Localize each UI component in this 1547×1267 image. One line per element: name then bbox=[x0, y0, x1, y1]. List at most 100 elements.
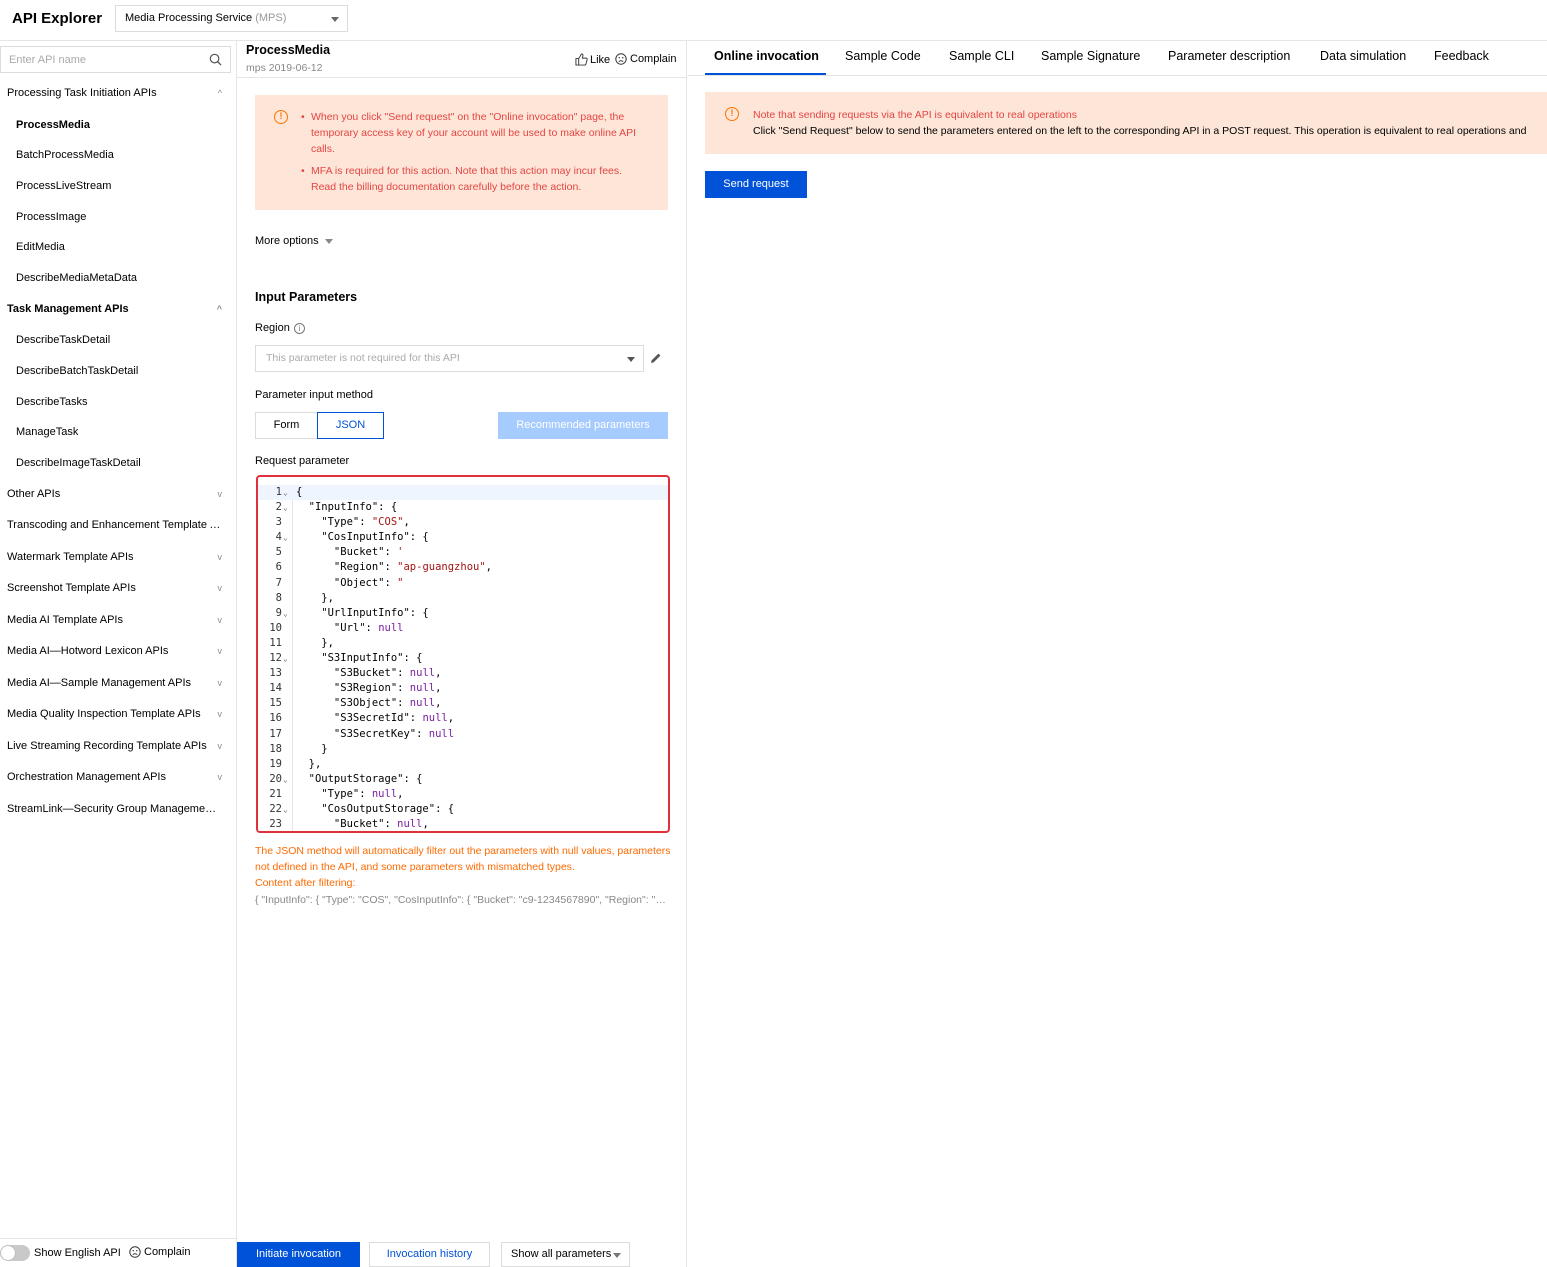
tab-parameter-description[interactable]: Parameter description bbox=[1168, 49, 1290, 63]
warning-item: When you click "Send request" on the "On… bbox=[301, 109, 648, 157]
nav-group-other[interactable]: Other APIs v bbox=[0, 479, 236, 511]
invocation-history-button[interactable]: Invocation history bbox=[369, 1242, 490, 1267]
code-line: 18 } bbox=[258, 742, 668, 757]
code-line: 9 ⌄ "UrlInputInfo": { bbox=[258, 606, 668, 621]
send-request-button[interactable]: Send request bbox=[705, 171, 807, 198]
method-json-button[interactable]: JSON bbox=[317, 412, 384, 439]
pencil-icon[interactable] bbox=[650, 352, 662, 364]
sidebar-footer: Show English API Complain bbox=[0, 1238, 236, 1267]
code-text: "OutputStorage": { bbox=[296, 772, 423, 785]
caret-down-icon bbox=[331, 17, 339, 22]
json-editor-highlight: 1 ⌄{2 ⌄ "InputInfo": {3 "Type": "COS", 4 ⌄ "… bbox=[256, 475, 670, 833]
recommended-parameters-button[interactable]: Recommended parameters bbox=[498, 412, 668, 439]
nav-item-describetasks[interactable]: DescribeTasks bbox=[0, 387, 236, 418]
initiate-invocation-button[interactable]: Initiate invocation bbox=[237, 1242, 360, 1267]
code-line: 23 "Bucket": null, bbox=[258, 817, 668, 831]
caret-down-icon bbox=[324, 238, 333, 244]
nav-group-live-recording[interactable]: Live Streaming Recording Template APIs v bbox=[0, 731, 236, 763]
region-select[interactable]: This parameter is not required for this … bbox=[255, 345, 644, 372]
json-editor[interactable]: 1 ⌄{2 ⌄ "InputInfo": {3 "Type": "COS", 4 ⌄ "… bbox=[258, 485, 668, 831]
nav-group-task-management[interactable]: Task Management APIs ^ bbox=[0, 294, 236, 326]
tab-feedback[interactable]: Feedback bbox=[1434, 49, 1489, 63]
fold-chevron-icon[interactable]: ⌄ bbox=[283, 772, 288, 787]
code-line: 6 "Region": "ap-guangzhou", bbox=[258, 560, 668, 575]
more-options-toggle[interactable]: More options bbox=[255, 235, 333, 247]
service-select[interactable]: Media Processing Service (MPS) bbox=[115, 5, 348, 32]
code-line: 14 "S3Region": null, bbox=[258, 681, 668, 696]
fold-chevron-icon[interactable]: ⌄ bbox=[283, 606, 288, 621]
fold-chevron-icon[interactable]: ⌄ bbox=[283, 651, 288, 666]
line-number: 7 bbox=[275, 576, 282, 589]
code-text: "S3SecretId": null, bbox=[296, 712, 455, 725]
sad-face-icon bbox=[129, 1246, 141, 1258]
nav-item-managetask[interactable]: ManageTask bbox=[0, 417, 236, 448]
nav-item-describemediametadata[interactable]: DescribeMediaMetaData bbox=[0, 263, 236, 294]
line-number: 2 bbox=[275, 501, 282, 514]
tab-sample-signature[interactable]: Sample Signature bbox=[1041, 49, 1140, 63]
tab-bar: Online invocation Sample Code Sample CLI… bbox=[688, 41, 1547, 76]
search-icon[interactable] bbox=[209, 53, 222, 66]
english-api-toggle[interactable] bbox=[0, 1245, 30, 1261]
input-method-label: Parameter input method bbox=[255, 389, 374, 401]
nav-item-batchprocessmedia[interactable]: BatchProcessMedia bbox=[0, 140, 236, 171]
nav-group-transcoding[interactable]: Transcoding and Enhancement Template API… bbox=[0, 510, 236, 542]
code-line: 20 ⌄ "OutputStorage": { bbox=[258, 772, 668, 787]
warning-icon: ! bbox=[725, 107, 739, 121]
info-icon[interactable]: i bbox=[293, 322, 305, 334]
nav-item-processimage[interactable]: ProcessImage bbox=[0, 202, 236, 233]
method-form-button[interactable]: Form bbox=[255, 412, 318, 439]
nav-group-watermark[interactable]: Watermark Template APIs v bbox=[0, 542, 236, 574]
chevron-down-icon: v bbox=[217, 488, 223, 499]
nav-group-media-ai-template[interactable]: Media AI Template APIs v bbox=[0, 605, 236, 637]
line-number: 1 bbox=[275, 486, 282, 498]
code-text: "S3Region": null, bbox=[296, 682, 442, 695]
fold-chevron-icon[interactable]: ⌄ bbox=[283, 500, 288, 515]
sad-face-icon bbox=[615, 53, 627, 65]
code-line: 2 ⌄ "InputInfo": { bbox=[258, 500, 668, 515]
nav-group-streamlink[interactable]: StreamLink—Security Group Management API… bbox=[0, 794, 236, 826]
code-text: "CosInputInfo": { bbox=[296, 531, 429, 544]
like-button[interactable]: Like bbox=[575, 53, 610, 66]
api-search-input[interactable] bbox=[1, 47, 191, 72]
nav-item-processmedia[interactable]: ProcessMedia bbox=[0, 110, 236, 141]
complain-link[interactable]: Complain bbox=[129, 1246, 190, 1258]
note-body: Click "Send Request" below to send the p… bbox=[753, 125, 1527, 137]
nav-item-describeimagetaskdetail[interactable]: DescribeImageTaskDetail bbox=[0, 448, 236, 479]
chevron-down-icon: v bbox=[217, 551, 223, 562]
line-number: 8 bbox=[275, 591, 282, 604]
api-name: ProcessMedia bbox=[246, 43, 331, 57]
code-text: "Url": null bbox=[296, 621, 404, 634]
fold-chevron-icon[interactable]: ⌄ bbox=[283, 802, 288, 817]
nav-group-processing[interactable]: Processing Task Initiation APIs ^ bbox=[0, 78, 236, 110]
chevron-down-icon: v bbox=[217, 740, 223, 751]
chevron-down-icon: v bbox=[217, 709, 223, 720]
line-number: 13 bbox=[269, 667, 282, 680]
nav-group-sample-management[interactable]: Media AI—Sample Management APIs v bbox=[0, 668, 236, 700]
nav-group-hotword[interactable]: Media AI—Hotword Lexicon APIs v bbox=[0, 636, 236, 668]
top-bar: API Explorer Media Processing Service (M… bbox=[0, 0, 1547, 41]
code-text: "UrlInputInfo": { bbox=[296, 606, 429, 619]
nav-item-editmedia[interactable]: EditMedia bbox=[0, 232, 236, 263]
service-abbr: (MPS) bbox=[255, 12, 287, 24]
nav-group-quality-inspection[interactable]: Media Quality Inspection Template APIs v bbox=[0, 699, 236, 731]
code-line: 12 ⌄ "S3InputInfo": { bbox=[258, 651, 668, 666]
tab-online-invocation[interactable]: Online invocation bbox=[714, 49, 819, 63]
code-text: { bbox=[296, 486, 303, 498]
chevron-up-icon: ^ bbox=[217, 88, 222, 98]
nav-item-describetaskdetail[interactable]: DescribeTaskDetail bbox=[0, 325, 236, 356]
tab-sample-cli[interactable]: Sample CLI bbox=[949, 49, 1014, 63]
nav-item-describebatchtaskdetail[interactable]: DescribeBatchTaskDetail bbox=[0, 356, 236, 387]
complain-button[interactable]: Complain bbox=[615, 53, 676, 65]
nav-group-orchestration[interactable]: Orchestration Management APIs v bbox=[0, 762, 236, 794]
nav-group-screenshot[interactable]: Screenshot Template APIs v bbox=[0, 573, 236, 605]
nav-item-processlivestream[interactable]: ProcessLiveStream bbox=[0, 171, 236, 202]
fold-chevron-icon[interactable]: ⌄ bbox=[283, 530, 288, 545]
code-line: 10 "Url": null bbox=[258, 621, 668, 636]
show-all-parameters-select[interactable]: Show all parameters bbox=[501, 1242, 630, 1267]
fold-chevron-icon[interactable]: ⌄ bbox=[283, 485, 288, 500]
tab-sample-code[interactable]: Sample Code bbox=[845, 49, 921, 63]
line-number: 17 bbox=[269, 727, 282, 740]
tab-data-simulation[interactable]: Data simulation bbox=[1320, 49, 1406, 63]
chevron-down-icon: v bbox=[217, 646, 223, 657]
chevron-down-icon: v bbox=[217, 583, 223, 594]
